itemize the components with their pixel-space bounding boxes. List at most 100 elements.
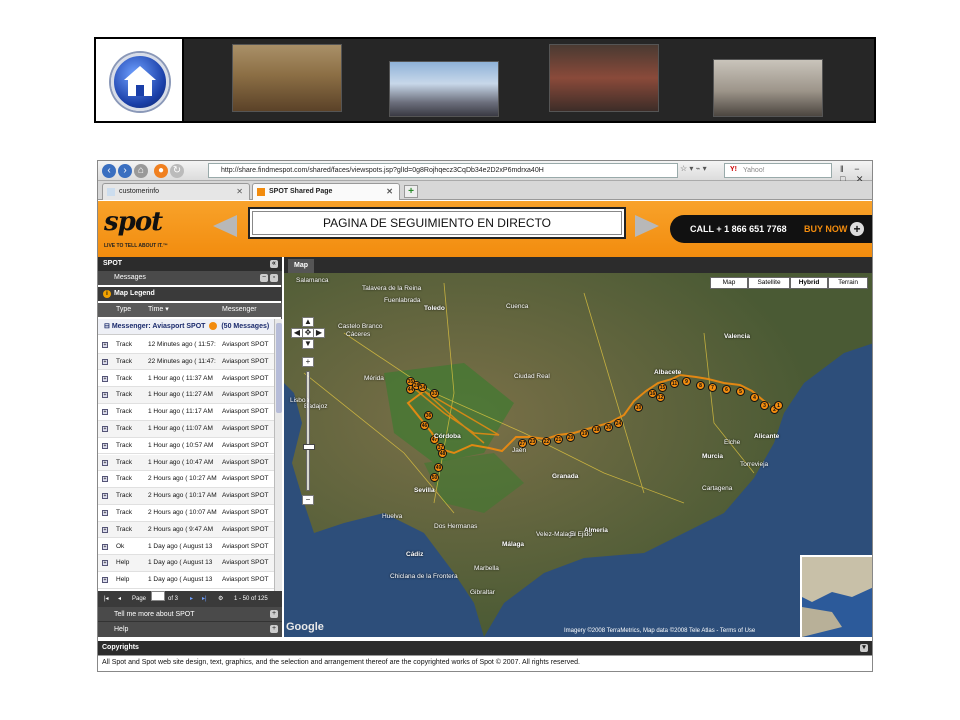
expand-row-icon[interactable]: +: [102, 493, 108, 500]
expand-row-icon[interactable]: +: [102, 375, 108, 382]
table-row[interactable]: + Track 1 Hour ago ( 11:37 AM Aviasport SPO…: [98, 370, 274, 388]
map-type-hybrid[interactable]: Hybrid: [790, 277, 828, 289]
track-marker-icon[interactable]: 19: [580, 429, 589, 438]
track-marker-icon[interactable]: 18: [592, 425, 601, 434]
zoom-control[interactable]: ▲ ◀ ✥ ▶ ▼ + −: [291, 317, 325, 507]
prev-page-icon[interactable]: ◂: [118, 591, 121, 607]
track-marker-icon[interactable]: 11: [670, 379, 679, 388]
track-marker-icon[interactable]: 34: [418, 383, 427, 392]
forward-icon[interactable]: ›: [118, 164, 132, 178]
table-row[interactable]: + Track 1 Hour ago ( 11:27 AM Aviasport SPO…: [98, 387, 274, 405]
expand-icon[interactable]: +: [270, 610, 278, 618]
track-marker-icon[interactable]: 4: [750, 393, 759, 402]
overview-map[interactable]: [800, 555, 872, 637]
tab-map[interactable]: Map: [288, 259, 314, 273]
zoom-thumb[interactable]: [303, 444, 315, 450]
minimize-icon[interactable]: −: [260, 274, 268, 282]
map-canvas[interactable]: 35 44 28 34 33 36 46 47 37 48 49 50 30 24 27 23 22 21 20 19…: [284, 273, 872, 637]
track-marker-icon[interactable]: 3: [760, 401, 769, 410]
home-link[interactable]: [96, 39, 184, 121]
arrow-left-icon[interactable]: [213, 215, 237, 237]
col-messenger[interactable]: Messenger: [222, 303, 257, 317]
plus-icon[interactable]: +: [850, 222, 864, 236]
messenger-group-row[interactable]: ⊟ Messenger: Aviasport SPOT (50 Messages…: [98, 319, 274, 335]
stop-icon[interactable]: ●: [154, 164, 168, 178]
scroll-thumb[interactable]: [276, 323, 282, 413]
table-row[interactable]: + Track 2 Hours ago ( 10:27 AM Aviasport SP…: [98, 471, 274, 489]
track-marker-icon[interactable]: 15: [658, 383, 667, 392]
first-page-icon[interactable]: |◂: [104, 591, 109, 607]
expand-row-icon[interactable]: +: [102, 358, 108, 365]
tell-me-more[interactable]: Tell me more about SPOT +: [98, 607, 282, 622]
track-marker-icon[interactable]: 22: [542, 437, 551, 446]
table-row[interactable]: + Track 12 Minutes ago ( 11:57: Aviasport S…: [98, 337, 274, 354]
table-row[interactable]: + Track 1 Hour ago ( 10:57 AM Aviasport SPO…: [98, 437, 274, 455]
track-marker-icon[interactable]: 1: [774, 401, 783, 410]
pan-up-icon[interactable]: ▲: [302, 317, 314, 327]
expand-row-icon[interactable]: +: [102, 577, 108, 584]
buy-now-button[interactable]: BUY NOW: [804, 215, 847, 243]
expand-row-icon[interactable]: +: [102, 510, 108, 516]
tab-customerinfo[interactable]: customerinfo ✕: [102, 183, 250, 200]
expand-row-icon[interactable]: +: [102, 442, 108, 449]
map-type-map[interactable]: Map: [710, 277, 748, 289]
track-marker-icon[interactable]: 23: [528, 437, 537, 446]
address-actions-icon[interactable]: ☆ ▾ ⌁ ▾: [680, 164, 707, 173]
expand-row-icon[interactable]: +: [102, 476, 108, 483]
refresh-gear-icon[interactable]: ⚙: [218, 591, 223, 607]
scrollbar[interactable]: [274, 319, 282, 591]
back-icon[interactable]: ‹: [102, 164, 116, 178]
track-marker-icon[interactable]: 8: [696, 381, 705, 390]
zoom-out-icon[interactable]: −: [302, 495, 314, 505]
table-row[interactable]: + Track 1 Hour ago ( 11:07 AM Aviasport SPO…: [98, 421, 274, 438]
collapse-group-icon[interactable]: ⊟: [104, 323, 112, 330]
table-row[interactable]: + Ok 1 Day ago ( August 13 Aviasport SPOT: [98, 538, 274, 556]
track-marker-icon[interactable]: 9: [682, 377, 691, 386]
table-row[interactable]: + Track 22 Minutes ago ( 11:47: Aviasport S…: [98, 353, 274, 371]
table-row[interactable]: + Track 1 Hour ago ( 10:47 AM Aviasport SPO…: [98, 454, 274, 472]
collapse-icon[interactable]: «: [270, 260, 278, 268]
table-row[interactable]: + Track 1 Hour ago ( 11:17 AM Aviasport SPO…: [98, 404, 274, 421]
next-page-icon[interactable]: ▸: [190, 591, 193, 607]
col-time[interactable]: Time ▾: [148, 303, 169, 317]
expand-row-icon[interactable]: +: [102, 392, 108, 399]
messages-header[interactable]: Messages − ▫: [98, 271, 282, 285]
close-tab-icon[interactable]: ✕: [236, 184, 243, 200]
track-marker-icon[interactable]: 20: [566, 433, 575, 442]
new-tab-icon[interactable]: +: [404, 185, 418, 198]
track-marker-icon[interactable]: 30: [604, 423, 613, 432]
table-row[interactable]: + Track 2 Hours ago ( 10:07 AM Aviasport SP…: [98, 505, 274, 522]
track-marker-icon[interactable]: 7: [708, 383, 717, 392]
track-marker-icon[interactable]: 33: [430, 389, 439, 398]
map-type-satellite[interactable]: Satellite: [748, 277, 790, 289]
pan-right-icon[interactable]: ▶: [313, 328, 325, 338]
table-row[interactable]: + Help 1 Day ago ( August 13 Aviasport SPOT: [98, 555, 274, 573]
track-marker-icon[interactable]: 5: [736, 387, 745, 396]
track-marker-icon[interactable]: 36: [424, 411, 433, 420]
table-row[interactable]: + Help 1 Day ago ( August 13 Aviasport SPOT: [98, 572, 274, 589]
zoom-in-icon[interactable]: +: [302, 357, 314, 367]
track-marker-icon[interactable]: 46: [420, 421, 429, 430]
track-marker-icon[interactable]: 48: [438, 449, 447, 458]
track-marker-icon[interactable]: 24: [614, 419, 623, 428]
map-legend[interactable]: i Map Legend: [98, 287, 282, 301]
expand-icon[interactable]: +: [270, 625, 278, 633]
expand-row-icon[interactable]: +: [102, 560, 108, 567]
google-logo[interactable]: Google: [286, 621, 324, 633]
home-icon[interactable]: [111, 53, 169, 111]
home-nav-icon[interactable]: ⌂: [134, 164, 148, 178]
table-row[interactable]: + Track 2 Hours ago ( 9:47 AM Aviasport SPO…: [98, 521, 274, 539]
track-marker-icon[interactable]: 50: [430, 473, 439, 482]
search-input[interactable]: Yahoo!: [724, 163, 832, 178]
map-type-terrain[interactable]: Terrain: [828, 277, 868, 289]
expand-row-icon[interactable]: +: [102, 426, 108, 432]
expand-row-icon[interactable]: +: [102, 459, 108, 466]
zoom-slider[interactable]: [303, 371, 315, 491]
reload-icon[interactable]: ↻: [170, 164, 184, 178]
call-buy-banner[interactable]: CALL + 1 866 651 7768 BUY NOW +: [670, 215, 872, 243]
tab-spot-shared[interactable]: SPOT Shared Page ✕: [252, 183, 400, 200]
page-input[interactable]: [151, 591, 165, 601]
arrow-right-icon[interactable]: [635, 215, 659, 237]
table-row[interactable]: + Track 2 Hours ago ( 10:17 AM Aviasport SP…: [98, 488, 274, 505]
expand-row-icon[interactable]: +: [102, 543, 108, 550]
